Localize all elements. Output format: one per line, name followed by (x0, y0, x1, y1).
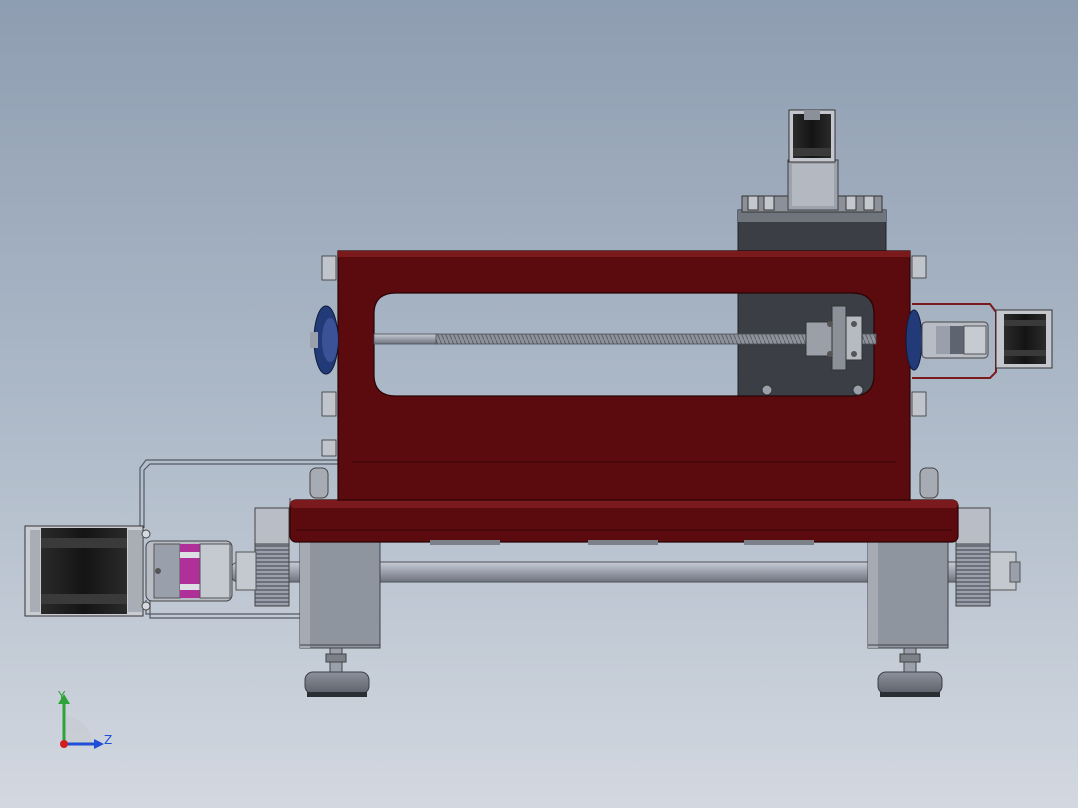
right-leveling-foot (877, 647, 943, 697)
left-jaw-coupling (145, 540, 233, 602)
axis-triad: Y Z (57, 689, 112, 749)
base-rail (289, 499, 959, 545)
left-gear (235, 507, 290, 607)
left-stepper-motor (24, 525, 151, 617)
right-stepper-motor (995, 309, 1053, 369)
lead-screw (373, 333, 877, 345)
right-pillow-block (867, 539, 949, 649)
right-jaw-coupling (912, 303, 997, 379)
right-bearing-housing (905, 309, 923, 371)
left-pillow-block (299, 539, 381, 649)
motor-mount-bracket (787, 159, 839, 211)
left-leveling-foot (304, 647, 370, 697)
y-axis-label: Y (57, 689, 66, 703)
right-gear (955, 507, 1021, 607)
origin-point (60, 740, 68, 748)
cad-viewport[interactable]: Y Z (0, 0, 1078, 808)
left-bearing-housing (310, 305, 339, 375)
top-stepper-motor (788, 109, 836, 163)
z-axis-label: Z (104, 733, 112, 747)
assembly-drawing: Y Z (24, 109, 1053, 749)
